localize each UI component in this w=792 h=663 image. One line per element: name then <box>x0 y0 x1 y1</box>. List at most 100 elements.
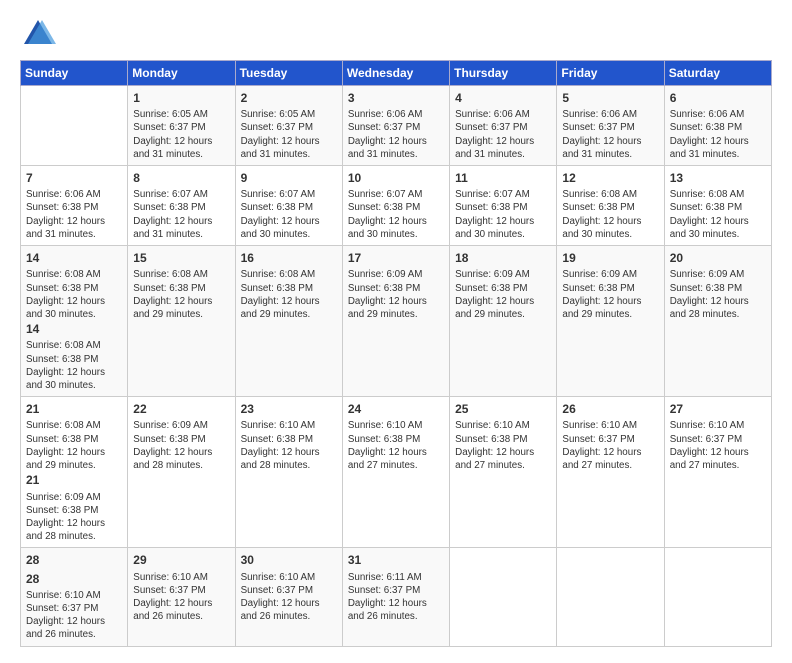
page: Sunday Monday Tuesday Wednesday Thursday… <box>0 0 792 663</box>
day-number: 23 <box>241 401 337 417</box>
day-number: 22 <box>133 401 229 417</box>
day-number: 28 <box>26 552 122 568</box>
header-sunday: Sunday <box>21 61 128 86</box>
day-number: 7 <box>26 170 122 186</box>
day-info: Sunrise: 6:06 AM Sunset: 6:38 PM Dayligh… <box>670 108 766 161</box>
days-header-row: Sunday Monday Tuesday Wednesday Thursday… <box>21 61 772 86</box>
day-cell: 31 Sunrise: 6:11 AM Sunset: 6:37 PM Dayli… <box>342 548 449 646</box>
day-info: Sunrise: 6:10 AM Sunset: 6:37 PM Dayligh… <box>670 419 766 472</box>
day-cell: 9 Sunrise: 6:07 AM Sunset: 6:38 PM Daylig… <box>235 166 342 246</box>
week-row-1: 1 Sunrise: 6:05 AM Sunset: 6:37 PM Daylig… <box>21 86 772 166</box>
day-info: Sunrise: 6:08 AM Sunset: 6:38 PM Dayligh… <box>670 188 766 241</box>
day-cell: 4 Sunrise: 6:06 AM Sunset: 6:37 PM Daylig… <box>450 86 557 166</box>
week-row-3: 14Sunrise: 6:08 AM Sunset: 6:38 PM Dayli… <box>21 246 772 397</box>
day-cell: 29 Sunrise: 6:10 AM Sunset: 6:37 PM Dayli… <box>128 548 235 646</box>
day-info: Sunrise: 6:10 AM Sunset: 6:37 PM Dayligh… <box>26 589 122 642</box>
day-number: 6 <box>670 90 766 106</box>
day-cell <box>557 548 664 646</box>
week-row-4: 21Sunrise: 6:08 AM Sunset: 6:38 PM Dayli… <box>21 397 772 548</box>
day-info: Sunrise: 6:09 AM Sunset: 6:38 PM Dayligh… <box>133 419 229 472</box>
day-number: 4 <box>455 90 551 106</box>
day-number: 26 <box>562 401 658 417</box>
header-saturday: Saturday <box>664 61 771 86</box>
day-number: 28 <box>26 571 122 587</box>
day-info: Sunrise: 6:09 AM Sunset: 6:38 PM Dayligh… <box>670 268 766 321</box>
day-number: 8 <box>133 170 229 186</box>
day-info: Sunrise: 6:08 AM Sunset: 6:38 PM Dayligh… <box>241 268 337 321</box>
day-number: 27 <box>670 401 766 417</box>
day-number: 16 <box>241 250 337 266</box>
day-number: 9 <box>241 170 337 186</box>
day-cell: 19Sunrise: 6:09 AM Sunset: 6:38 PM Dayli… <box>557 246 664 397</box>
day-number: 21 <box>26 472 122 488</box>
calendar: Sunday Monday Tuesday Wednesday Thursday… <box>20 60 772 647</box>
day-cell: 2Sunrise: 6:05 AM Sunset: 6:37 PM Daylig… <box>235 86 342 166</box>
day-cell: 20Sunrise: 6:09 AM Sunset: 6:38 PM Dayli… <box>664 246 771 397</box>
header-wednesday: Wednesday <box>342 61 449 86</box>
day-number: 17 <box>348 250 444 266</box>
header <box>20 16 772 52</box>
day-info: Sunrise: 6:08 AM Sunset: 6:38 PM Dayligh… <box>26 268 122 321</box>
day-info: Sunrise: 6:05 AM Sunset: 6:37 PM Dayligh… <box>241 108 337 161</box>
day-info: Sunrise: 6:10 AM Sunset: 6:38 PM Dayligh… <box>348 419 444 472</box>
day-info: Sunrise: 6:08 AM Sunset: 6:38 PM Dayligh… <box>26 339 122 392</box>
day-cell: 11 Sunrise: 6:07 AM Sunset: 6:38 PM Dayli… <box>450 166 557 246</box>
day-cell: 21Sunrise: 6:08 AM Sunset: 6:38 PM Dayli… <box>21 397 128 548</box>
day-number: 14 <box>26 250 122 266</box>
week-row-5: 28 28 Sunrise: 6:10 AM Sunset: 6:37 PM Day… <box>21 548 772 646</box>
day-cell <box>450 548 557 646</box>
day-cell: 18Sunrise: 6:09 AM Sunset: 6:38 PM Dayli… <box>450 246 557 397</box>
day-info: Sunrise: 6:07 AM Sunset: 6:38 PM Dayligh… <box>241 188 337 241</box>
header-friday: Friday <box>557 61 664 86</box>
day-info: Sunrise: 6:06 AM Sunset: 6:37 PM Dayligh… <box>562 108 658 161</box>
day-info: Sunrise: 6:10 AM Sunset: 6:37 PM Dayligh… <box>133 571 229 624</box>
day-cell: 8 Sunrise: 6:07 AM Sunset: 6:38 PM Daylig… <box>128 166 235 246</box>
day-cell: 30 Sunrise: 6:10 AM Sunset: 6:37 PM Dayli… <box>235 548 342 646</box>
day-info: Sunrise: 6:10 AM Sunset: 6:38 PM Dayligh… <box>455 419 551 472</box>
day-info: Sunrise: 6:06 AM Sunset: 6:38 PM Dayligh… <box>26 188 122 241</box>
day-number: 24 <box>348 401 444 417</box>
day-number: 31 <box>348 552 444 568</box>
day-number: 12 <box>562 170 658 186</box>
day-number: 18 <box>455 250 551 266</box>
header-monday: Monday <box>128 61 235 86</box>
day-number: 13 <box>670 170 766 186</box>
header-thursday: Thursday <box>450 61 557 86</box>
day-info: Sunrise: 6:07 AM Sunset: 6:38 PM Dayligh… <box>133 188 229 241</box>
day-info: Sunrise: 6:06 AM Sunset: 6:37 PM Dayligh… <box>455 108 551 161</box>
header-tuesday: Tuesday <box>235 61 342 86</box>
day-info: Sunrise: 6:09 AM Sunset: 6:38 PM Dayligh… <box>26 491 122 544</box>
day-number: 19 <box>562 250 658 266</box>
day-number: 29 <box>133 552 229 568</box>
day-info: Sunrise: 6:10 AM Sunset: 6:37 PM Dayligh… <box>562 419 658 472</box>
day-info: Sunrise: 6:05 AM Sunset: 6:37 PM Dayligh… <box>133 108 229 161</box>
day-number: 1 <box>133 90 229 106</box>
day-number: 25 <box>455 401 551 417</box>
logo <box>20 16 62 52</box>
day-info: Sunrise: 6:06 AM Sunset: 6:37 PM Dayligh… <box>348 108 444 161</box>
day-cell <box>21 86 128 166</box>
day-number: 15 <box>133 250 229 266</box>
day-cell: 6 Sunrise: 6:06 AM Sunset: 6:38 PM Daylig… <box>664 86 771 166</box>
day-cell: 22 Sunrise: 6:09 AM Sunset: 6:38 PM Dayli… <box>128 397 235 548</box>
day-cell: 3Sunrise: 6:06 AM Sunset: 6:37 PM Daylig… <box>342 86 449 166</box>
day-info: Sunrise: 6:07 AM Sunset: 6:38 PM Dayligh… <box>348 188 444 241</box>
day-cell: 1 Sunrise: 6:05 AM Sunset: 6:37 PM Daylig… <box>128 86 235 166</box>
day-info: Sunrise: 6:08 AM Sunset: 6:38 PM Dayligh… <box>133 268 229 321</box>
day-info: Sunrise: 6:11 AM Sunset: 6:37 PM Dayligh… <box>348 571 444 624</box>
day-cell: 15 Sunrise: 6:08 AM Sunset: 6:38 PM Dayli… <box>128 246 235 397</box>
day-info: Sunrise: 6:10 AM Sunset: 6:37 PM Dayligh… <box>241 571 337 624</box>
day-cell: 25 Sunrise: 6:10 AM Sunset: 6:38 PM Dayli… <box>450 397 557 548</box>
day-cell: 14Sunrise: 6:08 AM Sunset: 6:38 PM Dayli… <box>21 246 128 397</box>
day-cell: 12 Sunrise: 6:08 AM Sunset: 6:38 PM Dayli… <box>557 166 664 246</box>
day-info: Sunrise: 6:08 AM Sunset: 6:38 PM Dayligh… <box>562 188 658 241</box>
day-number: 14 <box>26 321 122 337</box>
day-number: 11 <box>455 170 551 186</box>
day-cell: 7 Sunrise: 6:06 AM Sunset: 6:38 PM Daylig… <box>21 166 128 246</box>
day-number: 30 <box>241 552 337 568</box>
week-row-2: 7 Sunrise: 6:06 AM Sunset: 6:38 PM Daylig… <box>21 166 772 246</box>
day-cell: 5Sunrise: 6:06 AM Sunset: 6:37 PM Daylig… <box>557 86 664 166</box>
day-cell: 26 Sunrise: 6:10 AM Sunset: 6:37 PM Dayli… <box>557 397 664 548</box>
day-cell: 17Sunrise: 6:09 AM Sunset: 6:38 PM Dayli… <box>342 246 449 397</box>
day-info: Sunrise: 6:07 AM Sunset: 6:38 PM Dayligh… <box>455 188 551 241</box>
